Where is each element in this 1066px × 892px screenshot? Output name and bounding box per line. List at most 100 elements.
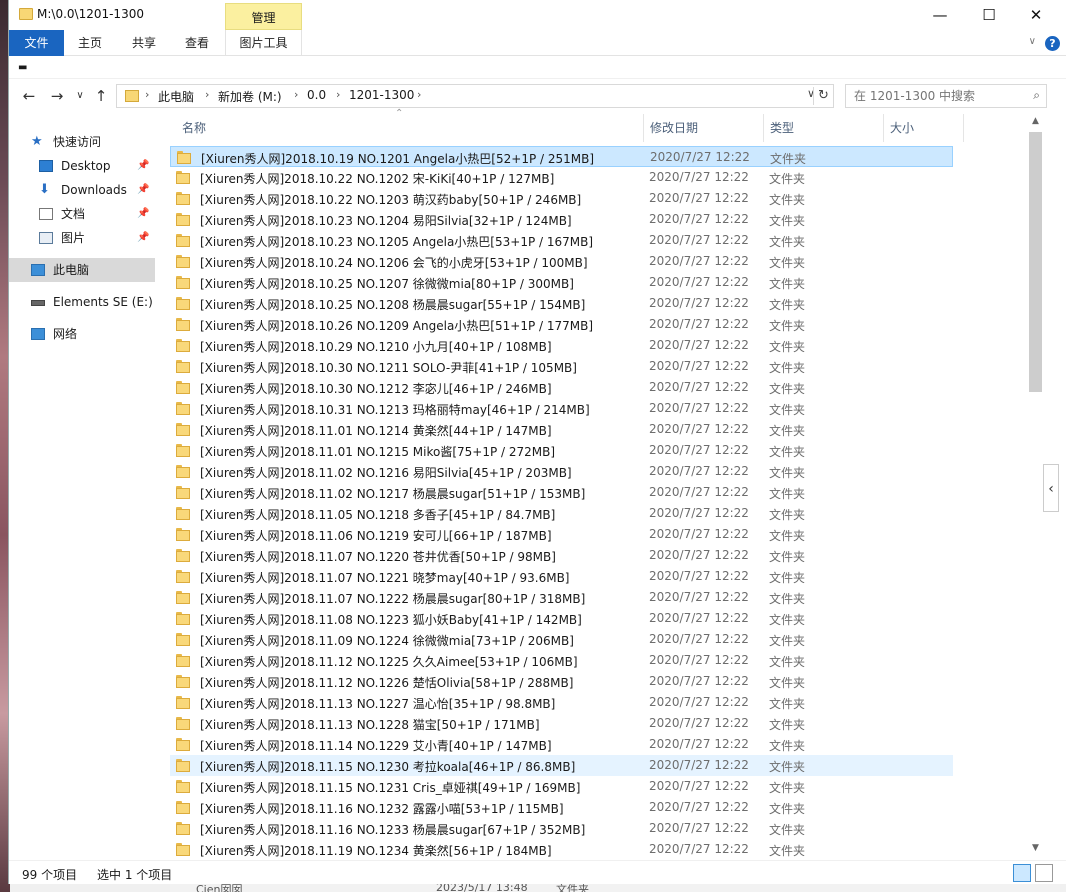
tab-file[interactable]: 文件 — [9, 30, 64, 56]
breadcrumb-drive[interactable]: 新加卷 (M:) — [218, 88, 282, 105]
sidebar-item[interactable]: Desktop 📌 — [9, 154, 155, 178]
details-view-icon[interactable] — [1013, 864, 1031, 882]
minimize-button[interactable]: — — [917, 0, 963, 30]
up-icon[interactable]: ↑ — [90, 86, 112, 106]
sidebar-item[interactable]: 此电脑 — [9, 258, 155, 282]
file-type: 文件夹 — [769, 718, 806, 732]
table-row[interactable]: [Xiuren秀人网]2018.11.14 NO.1229 艾小青[40+1P … — [170, 734, 953, 755]
table-row[interactable]: [Xiuren秀人网]2018.11.06 NO.1219 安可儿[66+1P … — [170, 524, 953, 545]
table-row[interactable]: [Xiuren秀人网]2018.10.25 NO.1208 杨晨晨sugar[5… — [170, 293, 953, 314]
sidebar-item[interactable]: ⬇ Downloads 📌 — [9, 178, 155, 202]
customize-toolbar-icon[interactable]: ▬ — [18, 62, 27, 73]
table-row[interactable]: [Xiuren秀人网]2018.10.26 NO.1209 Angela小热巴[… — [170, 314, 953, 335]
table-row[interactable]: [Xiuren秀人网]2018.11.16 NO.1233 杨晨晨sugar[6… — [170, 818, 953, 839]
table-row[interactable]: [Xiuren秀人网]2018.11.01 NO.1215 Miko酱[75+1… — [170, 440, 953, 461]
table-row[interactable]: [Xiuren秀人网]2018.11.19 NO.1234 黄楽然[56+1P … — [170, 839, 953, 860]
sidebar-item[interactable]: ★ 快速访问 — [9, 130, 155, 154]
folder-icon — [176, 570, 190, 583]
tab-home[interactable]: 主页 — [67, 30, 113, 56]
back-icon[interactable]: ← — [18, 86, 40, 106]
breadcrumb-separator[interactable]: › — [145, 88, 149, 101]
table-row[interactable]: [Xiuren秀人网]2018.10.29 NO.1210 小九月[40+1P … — [170, 335, 953, 356]
table-row[interactable]: [Xiuren秀人网]2018.11.05 NO.1218 多香子[45+1P … — [170, 503, 953, 524]
table-row[interactable]: [Xiuren秀人网]2018.10.23 NO.1204 易阳Silvia[3… — [170, 209, 953, 230]
breadcrumb-current[interactable]: 1201-1300 — [349, 88, 414, 102]
table-row[interactable]: [Xiuren秀人网]2018.11.15 NO.1230 考拉koala[46… — [170, 755, 953, 776]
folder-icon — [176, 255, 190, 268]
column-name[interactable]: 名称 — [176, 114, 644, 142]
table-row[interactable]: [Xiuren秀人网]2018.11.13 NO.1228 猫宝[50+1P /… — [170, 713, 953, 734]
table-row[interactable]: [Xiuren秀人网]2018.11.07 NO.1221 晓梦may[40+1… — [170, 566, 953, 587]
table-row[interactable]: [Xiuren秀人网]2018.11.01 NO.1214 黄楽然[44+1P … — [170, 419, 953, 440]
table-row[interactable]: [Xiuren秀人网]2018.10.31 NO.1213 玛格丽特may[46… — [170, 398, 953, 419]
folder-icon — [176, 612, 190, 625]
table-row[interactable]: [Xiuren秀人网]2018.10.22 NO.1203 萌汉药baby[50… — [170, 188, 953, 209]
file-name: [Xiuren秀人网]2018.11.06 NO.1219 安可儿[66+1P … — [200, 529, 552, 543]
table-row[interactable]: [Xiuren秀人网]2018.11.07 NO.1222 杨晨晨sugar[8… — [170, 587, 953, 608]
refresh-icon[interactable]: ↻ — [813, 87, 833, 105]
file-date: 2020/7/27 12:22 — [649, 317, 749, 331]
sidebar-item[interactable]: 文档 📌 — [9, 202, 155, 226]
table-row[interactable]: [Xiuren秀人网]2018.11.13 NO.1227 温心怡[35+1P … — [170, 692, 953, 713]
preview-pane-toggle[interactable]: ‹ — [1043, 464, 1059, 512]
table-row[interactable]: [Xiuren秀人网]2018.11.16 NO.1232 露露小喵[53+1P… — [170, 797, 953, 818]
help-icon[interactable]: ? — [1045, 36, 1060, 51]
sidebar-item[interactable]: Elements SE (E:) — [9, 290, 155, 314]
breadcrumb-separator[interactable]: › — [336, 88, 340, 101]
vertical-scrollbar[interactable]: ▲ ▼ — [1027, 114, 1044, 859]
desktop-icon — [39, 160, 53, 172]
column-size[interactable]: 大小 — [884, 114, 964, 142]
breadcrumb-this-pc[interactable]: 此电脑 — [158, 88, 194, 105]
table-row[interactable]: [Xiuren秀人网]2018.10.25 NO.1207 徐微微mia[80+… — [170, 272, 953, 293]
file-type: 文件夹 — [769, 424, 806, 438]
expand-ribbon-icon[interactable]: ∨ — [1029, 36, 1036, 47]
breadcrumb-separator[interactable]: › — [417, 88, 421, 101]
file-date: 2020/7/27 12:22 — [649, 485, 749, 499]
recent-locations-icon[interactable]: ∨ — [69, 86, 91, 106]
table-row[interactable]: [Xiuren秀人网]2018.11.09 NO.1224 徐微微mia[73+… — [170, 629, 953, 650]
table-row[interactable]: [Xiuren秀人网]2018.11.12 NO.1226 楚恬Olivia[5… — [170, 671, 953, 692]
table-row[interactable]: [Xiuren秀人网]2018.10.30 NO.1211 SOLO-尹菲[41… — [170, 356, 953, 377]
scroll-thumb[interactable] — [1029, 132, 1042, 392]
breadcrumb-folder-0-0[interactable]: 0.0 — [307, 88, 326, 102]
table-row[interactable]: [Xiuren秀人网]2018.10.24 NO.1206 会飞的小虎牙[53+… — [170, 251, 953, 272]
column-date-modified[interactable]: 修改日期 — [644, 114, 764, 142]
scroll-up-icon[interactable]: ▲ — [1027, 116, 1044, 130]
tab-share[interactable]: 共享 — [121, 30, 167, 56]
table-row[interactable]: [Xiuren秀人网]2018.10.30 NO.1212 李宓儿[46+1P … — [170, 377, 953, 398]
table-row[interactable]: [Xiuren秀人网]2018.10.19 NO.1201 Angela小热巴[… — [170, 146, 953, 167]
forward-icon[interactable]: → — [46, 86, 68, 106]
search-icon[interactable]: ⌕ — [1033, 88, 1040, 103]
table-row[interactable]: [Xiuren秀人网]2018.10.23 NO.1205 Angela小热巴[… — [170, 230, 953, 251]
search-box[interactable]: ⌕ — [845, 84, 1047, 108]
breadcrumb-separator[interactable]: › — [294, 88, 298, 101]
tab-view[interactable]: 查看 — [174, 30, 220, 56]
table-row[interactable]: [Xiuren秀人网]2018.11.15 NO.1231 Cris_卓娅祺[4… — [170, 776, 953, 797]
pin-icon: 📌 — [137, 208, 150, 219]
file-date: 2020/7/27 12:22 — [649, 359, 749, 373]
file-type: 文件夹 — [769, 529, 806, 543]
file-name: [Xiuren秀人网]2018.10.30 NO.1211 SOLO-尹菲[41… — [200, 361, 577, 375]
address-bar[interactable]: › 此电脑 › 新加卷 (M:) › 0.0 › 1201-1300 › ∨ — [116, 84, 834, 108]
scroll-down-icon[interactable]: ▼ — [1027, 843, 1044, 857]
table-row[interactable]: [Xiuren秀人网]2018.11.12 NO.1225 久久Aimee[53… — [170, 650, 953, 671]
large-icons-view-icon[interactable] — [1035, 864, 1053, 882]
table-row[interactable]: [Xiuren秀人网]2018.11.08 NO.1223 狐小妖Baby[41… — [170, 608, 953, 629]
file-type: 文件夹 — [769, 508, 806, 522]
tab-picture-tools[interactable]: 图片工具 — [225, 30, 302, 56]
column-type[interactable]: 类型 — [764, 114, 884, 142]
file-name: [Xiuren秀人网]2018.11.13 NO.1228 猫宝[50+1P /… — [200, 718, 540, 732]
sidebar-item[interactable]: 网络 — [9, 322, 155, 346]
table-row[interactable]: [Xiuren秀人网]2018.11.02 NO.1216 易阳Silvia[4… — [170, 461, 953, 482]
maximize-button[interactable]: ☐ — [966, 0, 1012, 30]
folder-icon — [176, 717, 190, 730]
search-input[interactable] — [854, 86, 1024, 106]
folder-icon — [177, 151, 191, 164]
file-type: 文件夹 — [769, 781, 806, 795]
table-row[interactable]: [Xiuren秀人网]2018.10.22 NO.1202 宋-KiKi[40+… — [170, 167, 953, 188]
breadcrumb-separator[interactable]: › — [205, 88, 209, 101]
sidebar-item[interactable]: 图片 📌 — [9, 226, 155, 250]
table-row[interactable]: [Xiuren秀人网]2018.11.07 NO.1220 苍井优香[50+1P… — [170, 545, 953, 566]
table-row[interactable]: [Xiuren秀人网]2018.11.02 NO.1217 杨晨晨sugar[5… — [170, 482, 953, 503]
close-button[interactable]: ✕ — [1013, 0, 1059, 30]
